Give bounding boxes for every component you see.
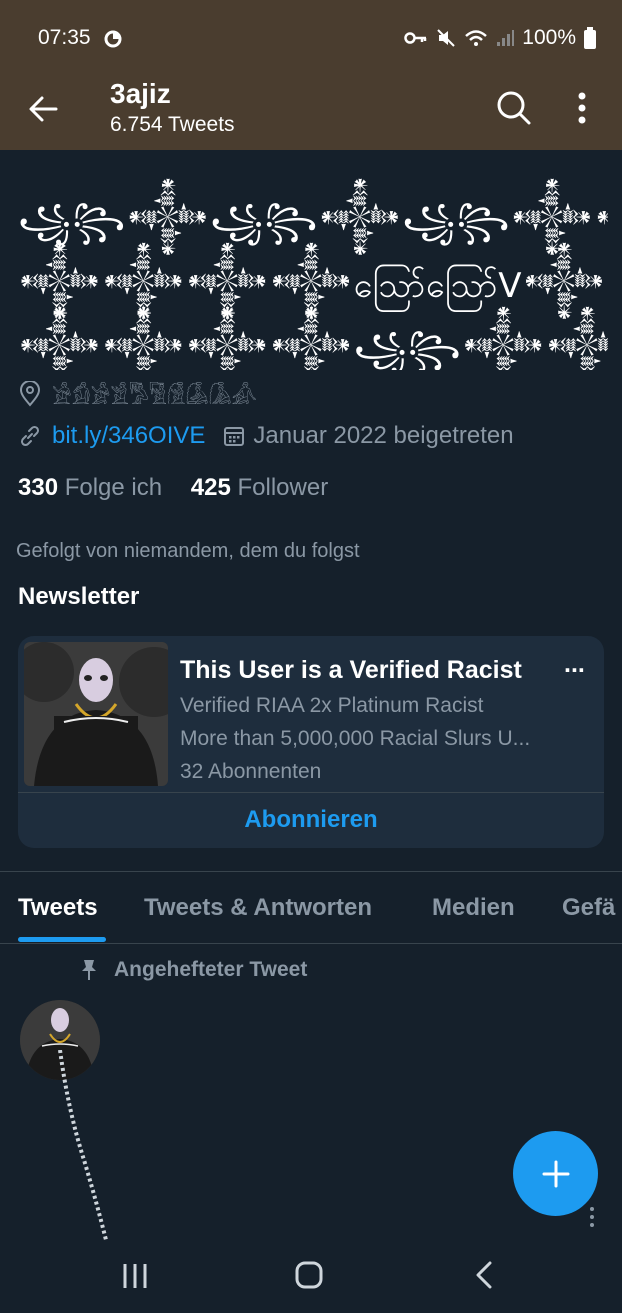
followers-label: Follower bbox=[237, 474, 329, 501]
key-icon bbox=[404, 32, 427, 44]
profile-bio: ꧁꧂𒀱꧁꧂𒀱꧁꧂𒀱𒀱𒀱𒀱꧁꧂ 𒀱𒀱𒀱𒀱ဪဪV𒀱𒀱𒀱𒀱 𒀱𒀱𒀱𒀱꧁꧂𒀱𒀱𒀱𒀱 bbox=[18, 150, 608, 370]
more-options-icon[interactable] bbox=[570, 90, 594, 126]
battery-icon bbox=[584, 27, 596, 49]
status-bar: 07:35 100% bbox=[0, 0, 622, 72]
newsletter-heading: Newsletter bbox=[18, 583, 140, 610]
newsletter-subscribers: 32 Abonnenten bbox=[180, 760, 322, 783]
status-indicators: 100% bbox=[404, 26, 596, 50]
system-navigation-bar bbox=[0, 1240, 622, 1313]
tab-likes[interactable]: Gefä bbox=[562, 894, 615, 922]
status-time: 07:35 bbox=[38, 26, 91, 49]
followed-by-text: Gefolgt von niemandem, dem du folgst bbox=[16, 540, 360, 562]
profile-link[interactable]: bit.ly/346OIVE bbox=[52, 422, 205, 450]
tab-media[interactable]: Medien bbox=[432, 894, 515, 922]
subscribe-button[interactable]: Abonnieren bbox=[18, 806, 604, 834]
newsletter-title: This User is a Verified Racist bbox=[180, 656, 522, 684]
decorative-glyph-trail bbox=[58, 1050, 108, 1240]
following-link[interactable]: 330 Folge ich bbox=[18, 474, 162, 501]
divider bbox=[18, 792, 604, 793]
back-arrow-icon[interactable] bbox=[26, 92, 60, 126]
pinned-indicator: Angehefteter Tweet bbox=[80, 958, 307, 982]
followers-link[interactable]: 425 Follower bbox=[191, 474, 328, 501]
sync-icon bbox=[104, 30, 122, 48]
newsletter-thumbnail bbox=[24, 642, 168, 786]
location-pin-icon bbox=[19, 381, 41, 407]
more-dots-icon bbox=[590, 1207, 594, 1227]
newsletter-more-button[interactable]: ... bbox=[564, 650, 585, 679]
link-icon bbox=[20, 425, 40, 447]
location-row: 𓀀𓀁𓀂𓀃𓀄𓀅𓀆𓀇𓀈𓀉 bbox=[18, 376, 257, 412]
bio-line: 𒀱𒀱𒀱𒀱꧁꧂𒀱𒀱𒀱𒀱 bbox=[18, 330, 608, 370]
followers-count: 425 bbox=[190, 474, 231, 501]
compose-tweet-button[interactable] bbox=[513, 1131, 598, 1216]
newsletter-description-2: More than 5,000,000 Racial Slurs U... bbox=[180, 727, 531, 750]
tab-tweets-and-replies[interactable]: Tweets & Antworten bbox=[144, 894, 372, 922]
following-label: Folge ich bbox=[64, 474, 163, 501]
search-icon[interactable] bbox=[494, 88, 532, 126]
profile-name: 3ajiz bbox=[110, 78, 171, 109]
plus-icon bbox=[542, 1160, 569, 1187]
location-text: 𓀀𓀁𓀂𓀃𓀄𓀅𓀆𓀇𓀈𓀉 bbox=[52, 384, 257, 409]
mute-icon bbox=[437, 29, 455, 47]
calendar-icon bbox=[224, 427, 245, 446]
app-bar: 3ajiz 6.754 Tweets bbox=[0, 72, 622, 150]
newsletter-description-1: Verified RIAA 2x Platinum Racist bbox=[180, 694, 484, 717]
recent-apps-icon[interactable] bbox=[120, 1262, 150, 1290]
battery-percent: 100% bbox=[522, 26, 576, 49]
joined-date: Januar 2022 beigetreten bbox=[253, 422, 514, 449]
home-icon[interactable] bbox=[294, 1260, 324, 1290]
newsletter-card[interactable]: This User is a Verified Racist ... Verif… bbox=[18, 636, 604, 848]
tab-tweets[interactable]: Tweets bbox=[18, 894, 98, 922]
divider bbox=[0, 943, 622, 944]
system-back-icon[interactable] bbox=[472, 1260, 496, 1290]
pin-icon bbox=[82, 960, 96, 980]
divider bbox=[0, 871, 622, 872]
signal-icon bbox=[497, 30, 515, 46]
tweet-count: 6.754 Tweets bbox=[110, 113, 235, 136]
link-joined-row: bit.ly/346OIVE Januar 2022 beigetreten bbox=[18, 422, 514, 450]
follow-stats: 330 Folge ich 425 Follower bbox=[18, 474, 328, 502]
wifi-icon bbox=[465, 30, 488, 46]
active-tab-indicator bbox=[18, 937, 106, 942]
pinned-label: Angehefteter Tweet bbox=[114, 958, 308, 981]
following-count: 330 bbox=[18, 474, 59, 501]
